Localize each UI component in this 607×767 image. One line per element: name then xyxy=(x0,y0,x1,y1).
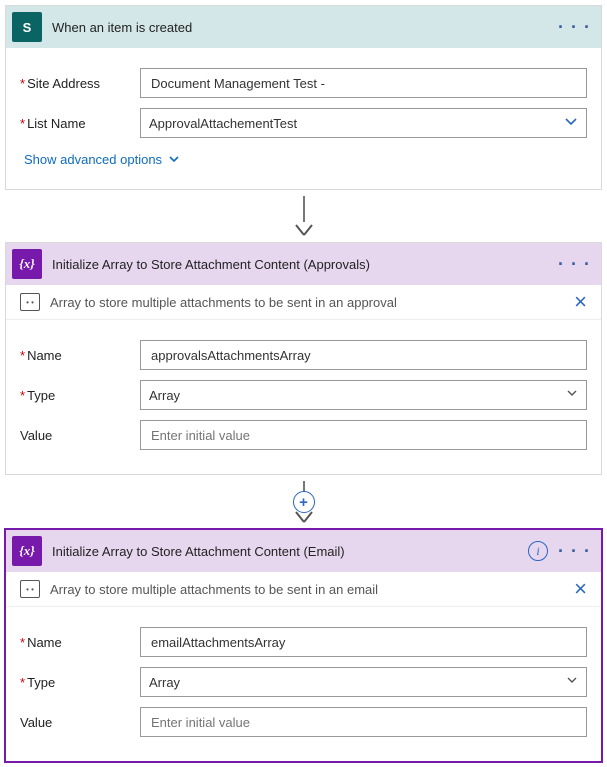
action-email-title: Initialize Array to Store Attachment Con… xyxy=(52,544,528,559)
type-value: Array xyxy=(149,675,180,690)
sharepoint-glyph: S xyxy=(23,20,32,35)
value-input[interactable] xyxy=(140,707,587,737)
value-field[interactable] xyxy=(149,714,578,731)
name-label: Name xyxy=(20,635,140,650)
trigger-header[interactable]: S When an item is created · · · xyxy=(6,6,601,48)
variable-glyph: {x} xyxy=(19,543,35,559)
action-email-body: Name Type Array Value xyxy=(6,607,601,761)
variable-icon: {x} xyxy=(12,536,42,566)
list-name-label: List Name xyxy=(20,116,140,131)
trigger-title: When an item is created xyxy=(52,20,558,35)
list-name-select[interactable]: ApprovalAttachementTest xyxy=(140,108,587,138)
show-advanced-label: Show advanced options xyxy=(24,152,162,167)
name-label: Name xyxy=(20,348,140,363)
type-value: Array xyxy=(149,388,180,403)
variable-glyph: {x} xyxy=(19,256,35,272)
variable-icon: {x} xyxy=(12,249,42,279)
list-name-value: ApprovalAttachementTest xyxy=(149,116,297,131)
sharepoint-icon: S xyxy=(12,12,42,42)
chevron-down-icon xyxy=(566,388,578,403)
action-approvals-card: {x} Initialize Array to Store Attachment… xyxy=(5,242,602,475)
info-icon[interactable]: i xyxy=(528,541,548,561)
type-select[interactable]: Array xyxy=(140,667,587,697)
comment-icon: • • xyxy=(20,293,40,311)
name-field[interactable] xyxy=(149,634,578,651)
action-email-comment-row: • • Array to store multiple attachments … xyxy=(6,572,601,607)
flow-arrow-with-add: + xyxy=(5,475,602,529)
action-approvals-comment-row: • • Array to store multiple attachments … xyxy=(6,285,601,320)
add-step-button[interactable]: + xyxy=(293,491,315,513)
type-label: Type xyxy=(20,675,140,690)
name-field[interactable] xyxy=(149,347,578,364)
more-icon[interactable]: · · · xyxy=(558,259,591,269)
action-email-header[interactable]: {x} Initialize Array to Store Attachment… xyxy=(6,530,601,572)
type-label: Type xyxy=(20,388,140,403)
more-icon[interactable]: · · · xyxy=(558,546,591,556)
action-approvals-header[interactable]: {x} Initialize Array to Store Attachment… xyxy=(6,243,601,285)
name-input[interactable] xyxy=(140,340,587,370)
chevron-down-icon xyxy=(564,115,578,132)
site-address-label: Site Address xyxy=(20,76,140,91)
flow-arrow xyxy=(5,190,602,242)
chevron-down-icon xyxy=(168,154,180,166)
comment-icon: • • xyxy=(20,580,40,598)
arrow-down-icon xyxy=(294,222,314,236)
type-select[interactable]: Array xyxy=(140,380,587,410)
trigger-body: Site Address List Name ApprovalAttacheme… xyxy=(6,48,601,189)
value-label: Value xyxy=(20,715,140,730)
action-approvals-title: Initialize Array to Store Attachment Con… xyxy=(52,257,558,272)
chevron-down-icon xyxy=(566,675,578,690)
action-approvals-body: Name Type Array Value xyxy=(6,320,601,474)
site-address-input[interactable] xyxy=(140,68,587,98)
value-input[interactable] xyxy=(140,420,587,450)
close-icon[interactable]: × xyxy=(574,293,587,311)
action-approvals-comment: Array to store multiple attachments to b… xyxy=(50,295,574,310)
value-label: Value xyxy=(20,428,140,443)
trigger-card: S When an item is created · · · Site Add… xyxy=(5,5,602,190)
site-address-field[interactable] xyxy=(149,75,578,92)
action-email-comment: Array to store multiple attachments to b… xyxy=(50,582,574,597)
name-input[interactable] xyxy=(140,627,587,657)
show-advanced-link[interactable]: Show advanced options xyxy=(20,148,180,175)
more-icon[interactable]: · · · xyxy=(558,22,591,32)
value-field[interactable] xyxy=(149,427,578,444)
close-icon[interactable]: × xyxy=(574,580,587,598)
action-email-card: {x} Initialize Array to Store Attachment… xyxy=(5,529,602,762)
